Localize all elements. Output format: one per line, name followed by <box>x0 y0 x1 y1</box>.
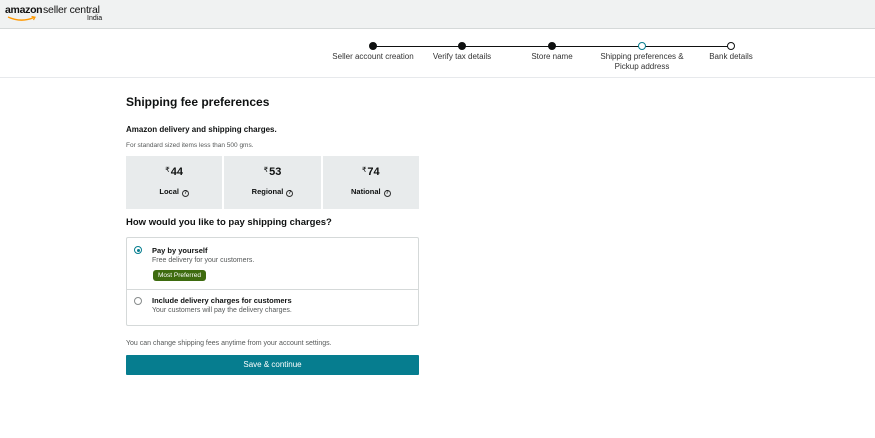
step-label-verify-tax: Verify tax details <box>432 52 492 61</box>
radio-unselected-icon[interactable] <box>134 297 142 305</box>
save-continue-button[interactable]: Save & continue <box>126 355 419 375</box>
rupee-symbol: ₹ <box>263 167 269 174</box>
option-pay-by-yourself[interactable]: Pay by yourself Free delivery for your c… <box>127 238 418 290</box>
logo-brand: amazon <box>5 4 43 16</box>
step-dot-verify-tax <box>458 42 466 50</box>
payment-question: How would you like to pay shipping charg… <box>126 217 332 228</box>
rupee-symbol: ₹ <box>361 167 367 174</box>
logo-region: India <box>87 15 103 22</box>
fee-card-national: ₹74 National? <box>322 156 419 209</box>
fee-label-regional: Regional <box>251 187 284 196</box>
progress-stepper: Seller account creation Verify tax detai… <box>0 29 875 78</box>
fee-label-local: Local <box>159 187 179 196</box>
help-icon[interactable]: ? <box>383 190 391 197</box>
option-description: Free delivery for your customers. <box>152 257 255 264</box>
settings-note: You can change shipping fees anytime fro… <box>126 340 332 347</box>
step-label-shipping-preferences: Shipping preferences & Pickup address <box>600 52 684 71</box>
step-label-store-name: Store name <box>531 52 573 61</box>
page-title: Shipping fee preferences <box>126 95 270 109</box>
help-icon[interactable]: ? <box>286 190 294 197</box>
help-icon[interactable]: ? <box>181 190 189 197</box>
seller-central-logo[interactable]: amazon seller central India <box>5 4 115 26</box>
amazon-smile-icon <box>7 16 36 21</box>
fee-card-regional: ₹53 Regional? <box>224 156 321 209</box>
radio-selected-icon[interactable] <box>134 246 142 254</box>
step-dot-seller-account <box>369 42 377 50</box>
step-dot-bank-details <box>727 42 735 50</box>
step-dot-shipping-preferences <box>638 42 646 50</box>
option-title: Pay by yourself <box>152 246 208 255</box>
option-title: Include delivery charges for customers <box>152 296 292 305</box>
fee-amount-regional: 53 <box>269 166 282 178</box>
top-bar: amazon seller central India <box>0 0 875 29</box>
step-label-bank-details: Bank details <box>709 52 753 61</box>
option-include-delivery-charges[interactable]: Include delivery charges for customers Y… <box>127 290 418 325</box>
step-dot-store-name <box>548 42 556 50</box>
fee-label-national: National <box>351 187 381 196</box>
option-description: Your customers will pay the delivery cha… <box>152 307 292 314</box>
step-label-seller-account: Seller account creation <box>332 52 414 61</box>
fee-amount-national: 74 <box>367 166 380 178</box>
fee-amount-local: 44 <box>170 166 184 178</box>
charges-note: For standard sized items less than 500 g… <box>126 142 254 149</box>
most-preferred-badge: Most Preferred <box>153 270 206 281</box>
fee-card-local: ₹44 Local? <box>126 156 223 209</box>
fee-cards: ₹44 Local? ₹53 Regional? ₹74 National? <box>126 156 419 209</box>
charges-heading: Amazon delivery and shipping charges. <box>126 125 277 134</box>
rupee-symbol: ₹ <box>165 167 170 174</box>
payment-options: Pay by yourself Free delivery for your c… <box>126 237 419 326</box>
